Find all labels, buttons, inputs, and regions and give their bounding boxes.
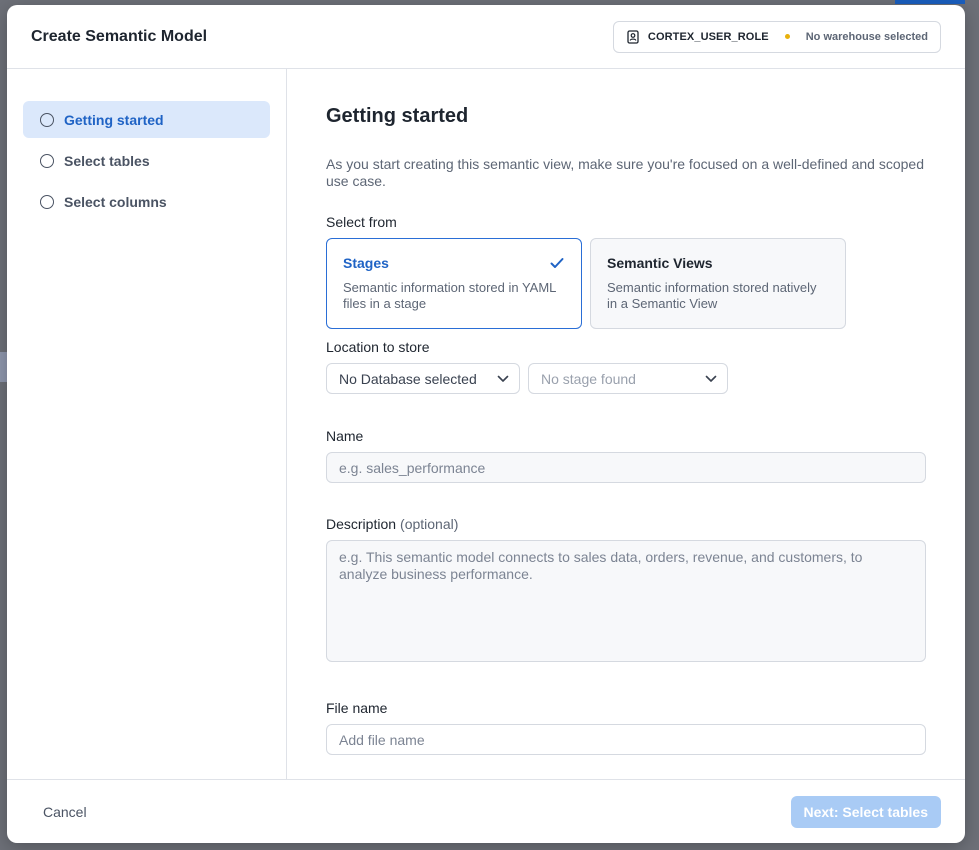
name-input[interactable] bbox=[326, 452, 926, 483]
role-warehouse-selector[interactable]: CORTEX_USER_ROLE No warehouse selected bbox=[612, 20, 941, 53]
step-radio-icon bbox=[40, 194, 54, 209]
step-content: Getting started As you start creating th… bbox=[287, 69, 965, 779]
dialog-title: Create Semantic Model bbox=[31, 27, 208, 45]
option-title: Semantic Views bbox=[607, 255, 713, 271]
name-field-group: Name bbox=[326, 428, 926, 483]
step-label: Getting started bbox=[64, 111, 164, 128]
database-select-value: No Database selected bbox=[339, 370, 477, 387]
role-name: CORTEX_USER_ROLE bbox=[647, 30, 769, 43]
step-select-columns[interactable]: Select columns bbox=[23, 183, 270, 220]
create-semantic-model-dialog: Create Semantic Model CORTEX_USER_ROLE N… bbox=[7, 5, 965, 843]
user-badge-icon bbox=[627, 29, 639, 44]
dialog-body: Getting started Select tables Select col… bbox=[7, 69, 965, 779]
dialog-header: Create Semantic Model CORTEX_USER_ROLE N… bbox=[7, 5, 965, 69]
step-label: Select columns bbox=[64, 193, 167, 210]
step-select-tables[interactable]: Select tables bbox=[23, 142, 270, 179]
steps-sidebar: Getting started Select tables Select col… bbox=[7, 69, 287, 779]
step-label: Select tables bbox=[64, 152, 150, 169]
file-name-input[interactable] bbox=[326, 724, 926, 755]
file-name-label: File name bbox=[326, 700, 388, 716]
description-field-group: Description (optional) bbox=[326, 516, 926, 667]
chevron-down-icon bbox=[705, 375, 717, 382]
option-card-stages[interactable]: Stages Semantic information stored in YA… bbox=[326, 238, 582, 329]
cancel-button[interactable]: Cancel bbox=[31, 796, 99, 828]
description-label: Description (optional) bbox=[326, 516, 926, 532]
dialog-footer: Cancel Next: Select tables bbox=[7, 779, 965, 843]
background-nav-highlight bbox=[0, 352, 7, 382]
content-heading: Getting started bbox=[326, 105, 469, 127]
warehouse-status: No warehouse selected bbox=[805, 30, 928, 43]
description-label-text: Description bbox=[326, 516, 397, 532]
step-radio-icon bbox=[40, 153, 54, 168]
option-card-semantic-views[interactable]: Semantic Views Semantic information stor… bbox=[590, 238, 846, 329]
intro-text: As you start creating this semantic view… bbox=[326, 156, 924, 189]
step-radio-icon bbox=[40, 112, 54, 127]
location-selects: No Database selected No stage found bbox=[326, 363, 926, 394]
name-label: Name bbox=[326, 428, 364, 444]
background-button-edge bbox=[895, 0, 965, 4]
description-textarea[interactable] bbox=[326, 540, 926, 662]
option-description: Semantic information stored natively in … bbox=[607, 280, 817, 311]
option-title: Stages bbox=[343, 255, 389, 271]
database-select[interactable]: No Database selected bbox=[326, 363, 520, 394]
optional-hint: (optional) bbox=[400, 516, 459, 532]
step-getting-started[interactable]: Getting started bbox=[23, 101, 270, 138]
checkmark-icon bbox=[550, 258, 564, 268]
file-name-field-group: File name bbox=[326, 700, 926, 755]
option-description: Semantic information stored in YAML file… bbox=[343, 280, 556, 311]
source-options: Stages Semantic information stored in YA… bbox=[326, 238, 926, 329]
stage-select[interactable]: No stage found bbox=[528, 363, 728, 394]
location-label: Location to store bbox=[326, 339, 430, 355]
next-select-tables-button[interactable]: Next: Select tables bbox=[790, 795, 941, 828]
select-from-label: Select from bbox=[326, 214, 397, 230]
stage-select-value: No stage found bbox=[541, 370, 636, 387]
chevron-down-icon bbox=[497, 375, 509, 382]
warehouse-status-dot bbox=[784, 34, 790, 39]
